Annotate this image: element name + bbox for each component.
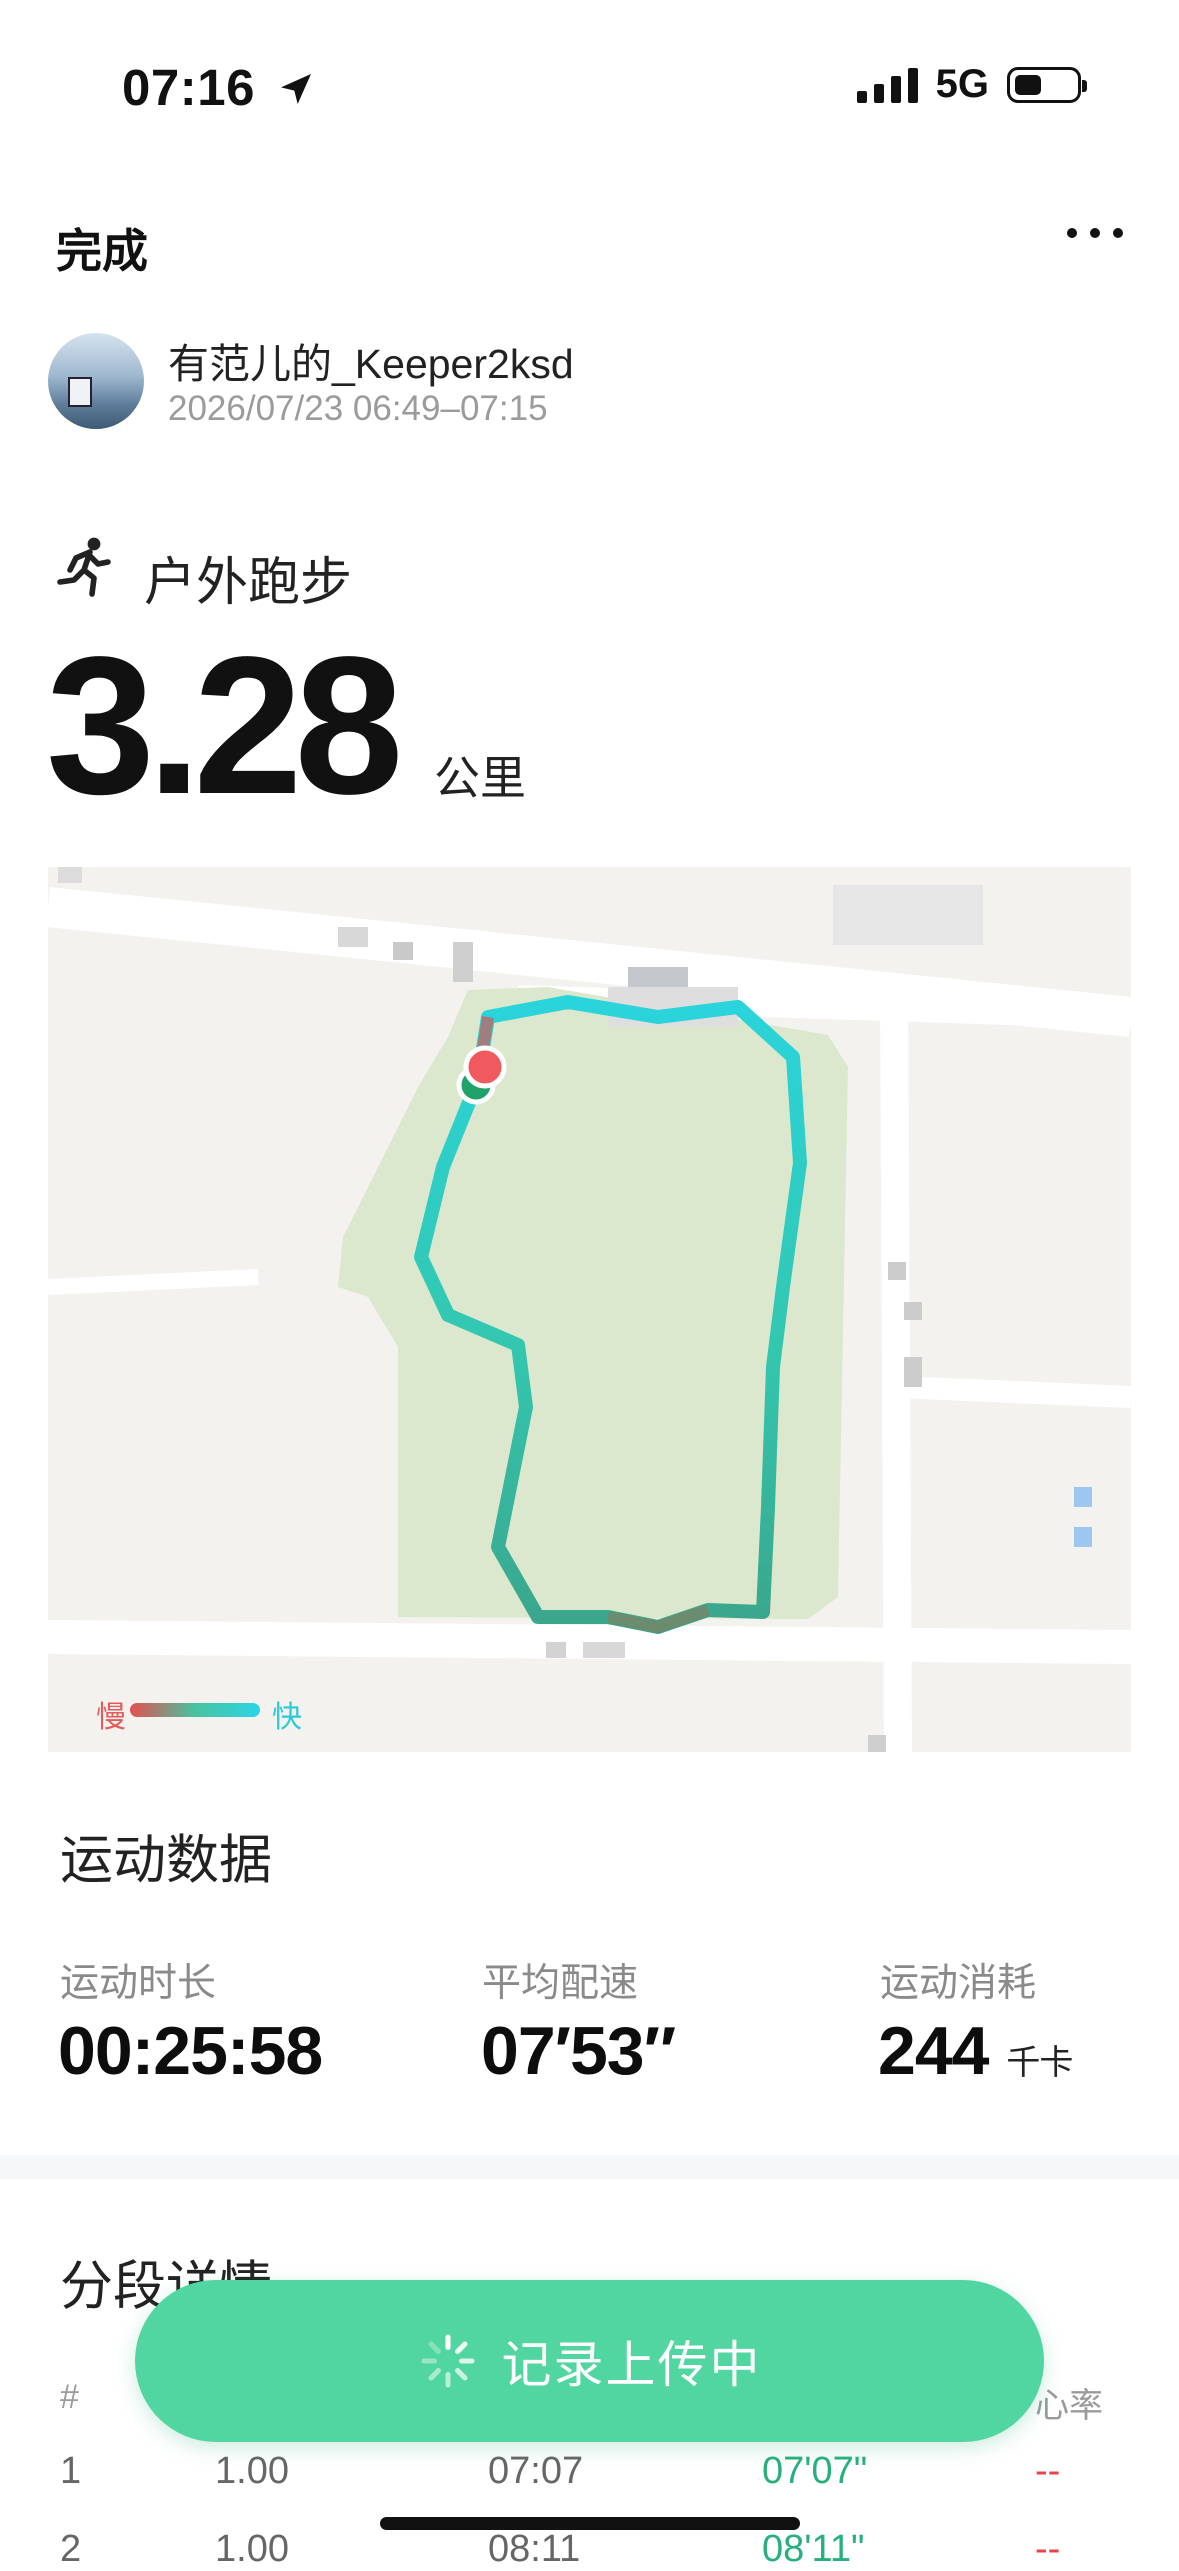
home-indicator[interactable] [380,2517,800,2530]
split-pace: 08'11" [762,2528,865,2570]
stat-calories-label: 运动消耗 [880,1962,1037,2005]
running-icon [57,537,111,597]
status-time-text: 07:16 [122,59,255,116]
upload-status-label: 记录上传中 [501,2337,762,2393]
stat-calories-unit: 千卡 [1006,2044,1073,2082]
splits-header-index: # [60,2378,79,2416]
map-block [338,927,368,947]
map-block [453,942,473,982]
battery-icon [1007,66,1087,103]
distance-unit: 公里 [434,752,526,804]
split-index: 1 [60,2450,82,2492]
split-index: 2 [60,2528,82,2570]
map-block [1074,1487,1092,1507]
map-block [546,1642,566,1658]
map-block [1074,1527,1092,1547]
legend-slow-label: 慢 [96,1701,126,1734]
stat-pace-value: 07′53″ [481,2012,676,2090]
section-divider [0,2155,1179,2179]
distance-value: 3.28 [46,616,403,835]
loading-spinner-icon [420,2334,475,2388]
end-marker [463,1045,507,1089]
activity-datetime: 2026/07/23 06:49–07:15 [168,389,548,428]
stat-pace-number: 07′53″ [481,2013,676,2089]
splits-header-heartrate: 心率 [1035,2387,1103,2425]
upload-status-button[interactable]: 记录上传中 [135,2280,1044,2442]
stat-calories-value: 244 千卡 [878,2012,1073,2090]
road [897,1376,1131,1408]
split-time: 07:07 [488,2450,584,2492]
cellular-signal-icon [856,67,918,103]
avatar[interactable] [48,333,144,429]
more-options-icon[interactable] [1067,228,1123,238]
stat-duration-number: 00:25:58 [58,2013,323,2089]
split-time: 08:11 [488,2528,581,2570]
split-pace: 07'07" [762,2450,868,2492]
split-heartrate: -- [1035,2528,1061,2570]
map-block [58,867,82,883]
legend-fast-label: 快 [272,1701,302,1734]
route-map-canvas [48,867,1131,1752]
split-distance: 1.00 [215,2528,289,2570]
route-map[interactable] [48,867,1131,1752]
sport-type: 户外跑步 [144,554,353,612]
location-arrow-icon [280,74,311,104]
map-block [393,942,413,960]
stat-duration-value: 00:25:58 [58,2012,323,2090]
split-heartrate: -- [1035,2450,1061,2492]
done-button[interactable]: 完成 [56,215,148,281]
map-block [868,1735,886,1752]
stats-section-title: 运动数据 [60,1831,272,1890]
status-indicators: 5G [856,62,1087,107]
map-block [904,1357,922,1387]
stat-pace-label: 平均配速 [482,1962,639,2005]
map-block [833,885,983,945]
stat-calories-number: 244 [878,2013,989,2089]
status-time: 07:16 [122,58,316,117]
network-type: 5G [935,62,989,106]
map-block [888,1262,906,1280]
map-block [583,1642,625,1658]
road [48,1269,259,1295]
road [880,996,912,1752]
split-distance: 1.00 [215,2450,289,2492]
pace-legend-bar [130,1703,260,1717]
username: 有范儿的_Keeper2ksd [168,341,574,387]
map-block [904,1302,922,1320]
stat-duration-label: 运动时长 [60,1962,217,2005]
